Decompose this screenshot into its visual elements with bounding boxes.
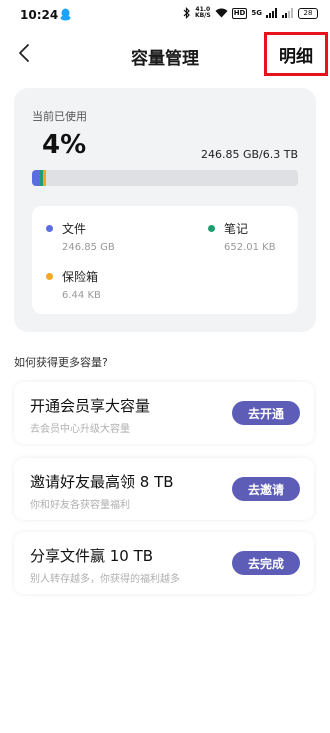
legend-size: 246.85 GB [62, 242, 115, 253]
usage-label: 当前已使用 [32, 110, 87, 123]
usage-progress-bar [32, 170, 298, 186]
usage-segment-vault [43, 170, 46, 186]
usage-amount: 246.85 GB/6.3 TB [200, 148, 298, 161]
promo-title: 开通会员享大容量 [30, 397, 151, 415]
detail-button[interactable]: 明细 [264, 32, 328, 76]
status-time: 10:24 [20, 8, 59, 22]
vault-dot-icon [46, 273, 53, 280]
signal-icon [266, 8, 277, 18]
promo-card-membership[interactable]: 开通会员享大容量 去会员中心升级大容量 去开通 [14, 382, 314, 444]
signal-5g-label: 5G [251, 9, 262, 17]
legend-name: 笔记 [224, 222, 249, 236]
promo-title: 分享文件赢 10 TB [30, 547, 154, 565]
battery-icon: 28 [298, 7, 318, 19]
signal-icon-2 [282, 8, 293, 18]
promo-card-invite[interactable]: 邀请好友最高领 8 TB 你和好友各获容量福利 去邀请 [14, 458, 314, 520]
notes-dot-icon [208, 225, 215, 232]
usage-card: 当前已使用 4% 246.85 GB/6.3 TB 文件 246.85 GB 笔… [14, 88, 316, 332]
promo-card-share[interactable]: 分享文件赢 10 TB 别人转存越多，你获得的福利越多 去完成 [14, 532, 314, 594]
hd-badge: HD [231, 7, 248, 19]
promo-subtitle: 你和好友各获容量福利 [30, 500, 130, 511]
legend-name: 保险箱 [62, 270, 99, 284]
network-speed: 41.0 KB/S [195, 7, 211, 19]
wifi-icon [215, 8, 228, 18]
qq-icon [60, 8, 71, 21]
invite-button[interactable]: 去邀请 [232, 477, 300, 501]
header: 容量管理 明细 [0, 30, 330, 78]
legend-size: 652.01 KB [224, 242, 276, 253]
files-dot-icon [46, 225, 53, 232]
legend-name: 文件 [62, 222, 87, 236]
status-bar: 10:24 41.0 KB/S HD 5G 28 [0, 0, 330, 30]
open-membership-button[interactable]: 去开通 [232, 401, 300, 425]
promo-subtitle: 去会员中心升级大容量 [30, 424, 130, 435]
speed-unit: KB/S [194, 12, 211, 19]
promo-subtitle: 别人转存越多，你获得的福利越多 [30, 574, 180, 585]
legend-size: 6.44 KB [62, 290, 101, 301]
usage-legend: 文件 246.85 GB 笔记 652.01 KB 保险箱 6.44 KB [32, 206, 298, 314]
usage-percent: 4% [42, 130, 87, 160]
status-indicators: 41.0 KB/S HD 5G 28 [183, 7, 318, 19]
complete-button[interactable]: 去完成 [232, 551, 300, 575]
section-title: 如何获得更多容量? [14, 356, 108, 369]
usage-segment-files [32, 170, 40, 186]
promo-title: 邀请好友最高领 8 TB [30, 473, 174, 491]
bluetooth-icon [183, 7, 190, 19]
